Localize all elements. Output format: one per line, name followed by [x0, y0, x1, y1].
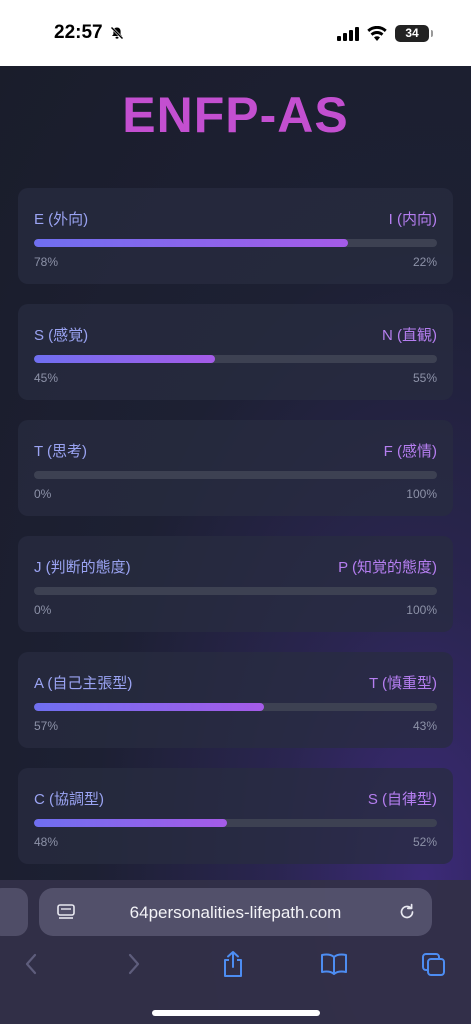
trait-progress-fill [34, 703, 264, 711]
trait-label-right: S (自律型) [367, 791, 437, 808]
page-title: ENFP-AS [122, 87, 349, 143]
silent-bell-icon [110, 26, 124, 40]
trait-label-right: I (内向) [388, 211, 437, 228]
back-icon[interactable] [24, 952, 38, 976]
trait-progress-track [34, 703, 437, 711]
address-bar[interactable]: 64personalities-lifepath.com [39, 888, 432, 936]
trait-label-left: E (外向) [34, 211, 89, 228]
trait-percent-left: 45% [34, 371, 59, 385]
wifi-icon [367, 26, 387, 41]
trait-label-right: P (知覚的態度) [338, 559, 437, 576]
trait-card-sn: S (感覚) N (直観) 45% 55% [18, 304, 453, 400]
trait-card-jp: J (判断的態度) P (知覚的態度) 0% 100% [18, 536, 453, 632]
clock-time: 22:57 [54, 22, 103, 43]
trait-progress-track [34, 471, 437, 479]
reload-icon[interactable] [398, 903, 416, 921]
trait-percent-right: 55% [412, 371, 437, 385]
battery-icon: 34 [395, 25, 433, 42]
trait-progress-track [34, 819, 437, 827]
url-text: 64personalities-lifepath.com [129, 903, 342, 922]
forward-icon[interactable] [127, 952, 141, 976]
trait-card-at: A (自己主張型) T (慎重型) 57% 43% [18, 652, 453, 748]
trait-percent-right: 100% [406, 603, 437, 617]
trait-progress-track [34, 239, 437, 247]
trait-card-ei: E (外向) I (内向) 78% 22% [18, 188, 453, 284]
trait-progress-track [34, 587, 437, 595]
trait-progress-fill [34, 819, 228, 827]
trait-progress-track [34, 355, 437, 363]
trait-label-left: T (思考) [34, 443, 88, 460]
trait-card-cs: C (協調型) S (自律型) 48% 52% [18, 768, 453, 864]
home-indicator [152, 1010, 320, 1016]
trait-percent-left: 0% [34, 487, 52, 501]
browser-bottom-bar: 64personalities-lifepath.com [0, 880, 471, 1024]
trait-label-left: J (判断的態度) [34, 559, 131, 576]
trait-percent-left: 0% [34, 603, 52, 617]
trait-label-right: F (感情) [383, 443, 437, 460]
previous-tab-preview[interactable] [0, 888, 28, 936]
trait-label-left: S (感覚) [34, 327, 89, 344]
trait-progress-fill [34, 355, 216, 363]
tabs-icon[interactable] [421, 952, 447, 978]
trait-percent-right: 100% [406, 487, 437, 501]
trait-percent-left: 48% [34, 835, 59, 849]
bookmarks-icon[interactable] [320, 952, 348, 976]
signal-icon [337, 26, 359, 41]
trait-label-left: C (協調型) [34, 791, 104, 808]
share-icon[interactable] [221, 950, 245, 978]
trait-label-right: N (直観) [382, 327, 437, 344]
trait-percent-left: 78% [34, 255, 59, 269]
trait-percent-right: 52% [412, 835, 437, 849]
trait-percent-right: 43% [412, 719, 437, 733]
trait-label-right: T (慎重型) [368, 675, 437, 692]
trait-card-tf: T (思考) F (感情) 0% 100% [18, 420, 453, 516]
trait-percent-left: 57% [34, 719, 59, 733]
trait-progress-fill [34, 239, 349, 247]
trait-label-left: A (自己主張型) [34, 675, 133, 692]
status-bar: 22:57 34 [0, 0, 471, 66]
trait-percent-right: 22% [412, 255, 437, 269]
